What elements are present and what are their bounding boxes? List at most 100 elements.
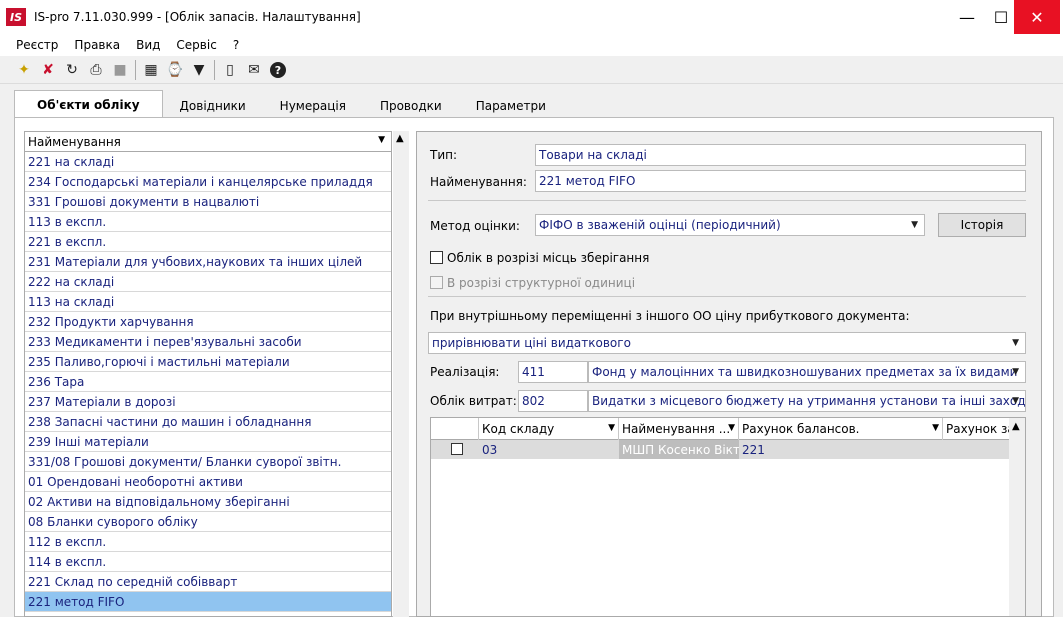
tab-postings[interactable]: Проводки bbox=[363, 94, 459, 118]
grid-header-name[interactable]: Найменування ... ▼ bbox=[619, 418, 739, 440]
list-item[interactable]: 221 на складі bbox=[25, 152, 391, 172]
refresh-icon[interactable]: ↻ bbox=[60, 59, 84, 81]
chevron-down-icon[interactable]: ▼ bbox=[608, 423, 615, 433]
method-select-value: ФІФО в зваженій оцінці (періодичний) bbox=[539, 218, 781, 232]
list-item[interactable]: 222 на складі bbox=[25, 272, 391, 292]
type-field[interactable]: Товари на складі bbox=[535, 144, 1026, 166]
menu-service[interactable]: Сервіс bbox=[168, 38, 224, 52]
list-item[interactable]: 221 в експл. bbox=[25, 232, 391, 252]
realization-code-field[interactable]: 411 bbox=[518, 361, 588, 383]
transfer-select[interactable]: прирівнювати ціні видаткового ▼ bbox=[428, 332, 1026, 354]
list-item[interactable]: 236 Тара bbox=[25, 372, 391, 392]
page-icon[interactable]: ▯ bbox=[218, 59, 242, 81]
storage-places-checkbox[interactable] bbox=[430, 251, 443, 264]
list-item[interactable]: 238 Запасні частини до машин і обладнанн… bbox=[25, 412, 391, 432]
grid-header: Код складу ▼ Найменування ... ▼ Рахунок … bbox=[431, 418, 1011, 440]
stop-icon[interactable]: ■ bbox=[108, 59, 132, 81]
print-icon[interactable]: ⎙ bbox=[84, 59, 108, 81]
scroll-up-icon[interactable]: ▲ bbox=[1012, 421, 1020, 432]
list-item[interactable]: 01 Орендовані необоротні активи bbox=[25, 472, 391, 492]
filter-icon[interactable]: ▼ bbox=[187, 59, 211, 81]
chevron-down-icon: ▼ bbox=[911, 220, 918, 230]
chevron-down-icon: ▼ bbox=[1012, 396, 1019, 406]
list-item[interactable]: 02 Активи на відповідальному зберіганні bbox=[25, 492, 391, 512]
list-header-name[interactable]: Найменування ▼ bbox=[25, 132, 391, 152]
structural-unit-checkbox[interactable] bbox=[430, 276, 443, 289]
chevron-down-icon: ▼ bbox=[1012, 338, 1019, 348]
history-icon[interactable]: ⌚ bbox=[163, 59, 187, 81]
title-bar: IS IS-pro 7.11.030.999 - [Облік запасів.… bbox=[0, 0, 1063, 34]
chevron-down-icon[interactable]: ▼ bbox=[728, 423, 735, 433]
maximize-button[interactable]: ☐ bbox=[984, 0, 1018, 34]
expense-code-field[interactable]: 802 bbox=[518, 390, 588, 412]
row-code: 03 bbox=[482, 442, 498, 457]
transfer-select-value: прирівнювати ціні видаткового bbox=[432, 336, 631, 350]
list-item[interactable]: 237 Матеріали в дорозі bbox=[25, 392, 391, 412]
list-item[interactable]: 234 Господарські матеріали і канцелярськ… bbox=[25, 172, 391, 192]
history-button[interactable]: Історія bbox=[938, 213, 1026, 237]
list-item[interactable]: 331/08 Грошові документи/ Бланки суворої… bbox=[25, 452, 391, 472]
menu-edit[interactable]: Правка bbox=[66, 38, 128, 52]
menu-registry[interactable]: Реєстр bbox=[8, 38, 66, 52]
mail-icon[interactable]: ✉ bbox=[242, 59, 266, 81]
grid-header-account-label: Рахунок балансов. bbox=[742, 422, 860, 436]
list-item[interactable]: 08 Бланки суворого обліку bbox=[25, 512, 391, 532]
list-item[interactable]: 221 Склад по середній собівварт bbox=[25, 572, 391, 592]
list-item[interactable]: 114 в експл. bbox=[25, 552, 391, 572]
expense-name-value: Видатки з місцевого бюджету на утримання… bbox=[592, 394, 1026, 408]
help-icon[interactable]: ? bbox=[270, 62, 286, 78]
warehouse-grid: Код складу ▼ Найменування ... ▼ Рахунок … bbox=[430, 417, 1026, 617]
grid-header-account2-label: Рахунок за bbox=[946, 422, 1011, 436]
name-field[interactable]: 221 метод FIFO bbox=[535, 170, 1026, 192]
table-row[interactable]: 03 МШП Косенко Вікт... 221 bbox=[431, 440, 1009, 459]
new-doc-icon[interactable]: ✦ bbox=[12, 59, 36, 81]
menu-view[interactable]: Вид bbox=[128, 38, 168, 52]
menu-bar: Реєстр Правка Вид Сервіс ? bbox=[0, 34, 1063, 56]
list-item-selected[interactable]: 221 метод FIFO bbox=[25, 592, 391, 612]
minimize-button[interactable]: — bbox=[950, 0, 984, 34]
close-button[interactable]: ✕ bbox=[1014, 0, 1060, 34]
grid-header-name-label: Найменування ... bbox=[622, 422, 731, 436]
separator bbox=[428, 200, 1026, 201]
table-icon[interactable]: ▦ bbox=[139, 59, 163, 81]
method-select[interactable]: ФІФО в зваженій оцінці (періодичний) ▼ bbox=[535, 214, 925, 236]
menu-help[interactable]: ? bbox=[225, 38, 247, 52]
row-checkbox[interactable] bbox=[451, 443, 463, 455]
list-item[interactable]: 233 Медикаменти і перев'язувальні засоби bbox=[25, 332, 391, 352]
list-item[interactable]: 232 Продукти харчування bbox=[25, 312, 391, 332]
list-item[interactable]: 331 Грошові документи в нацвалюті bbox=[25, 192, 391, 212]
list-item[interactable]: 113 на складі bbox=[25, 292, 391, 312]
tab-numbering[interactable]: Нумерація bbox=[263, 94, 363, 118]
grid-header-account[interactable]: Рахунок балансов. ▼ bbox=[739, 418, 943, 440]
storage-places-label: Облік в розрізі місць зберігання bbox=[447, 251, 650, 265]
chevron-down-icon[interactable]: ▼ bbox=[932, 423, 939, 433]
grid-scrollbar[interactable]: ▲ bbox=[1009, 418, 1025, 616]
tab-accounting-objects[interactable]: Об'єкти обліку bbox=[14, 90, 163, 118]
list-item[interactable]: 239 Інші матеріали bbox=[25, 432, 391, 452]
tab-parameters[interactable]: Параметри bbox=[459, 94, 563, 118]
row-account: 221 bbox=[742, 442, 765, 457]
list-item[interactable]: 112 в експл. bbox=[25, 532, 391, 552]
toolbar: ✦ ✘ ↻ ⎙ ■ ▦ ⌚ ▼ ▯ ✉ ? bbox=[0, 57, 1063, 84]
expense-name-select[interactable]: Видатки з місцевого бюджету на утримання… bbox=[588, 390, 1026, 412]
delete-doc-icon[interactable]: ✘ bbox=[36, 59, 60, 81]
grid-header-account2[interactable]: Рахунок за bbox=[943, 418, 1011, 440]
type-label: Тип: bbox=[430, 148, 458, 162]
name-label: Найменування: bbox=[430, 175, 527, 189]
realization-name-select[interactable]: Фонд у малоцінних та швидкозношуваних пр… bbox=[588, 361, 1026, 383]
sort-dropdown-icon[interactable]: ▼ bbox=[378, 135, 385, 145]
chevron-down-icon: ▼ bbox=[1012, 367, 1019, 377]
list-item[interactable]: 113 в експл. bbox=[25, 212, 391, 232]
separator bbox=[428, 296, 1026, 297]
realization-label: Реалізація: bbox=[430, 365, 500, 379]
tab-directories[interactable]: Довідники bbox=[163, 94, 263, 118]
list-header-label: Найменування bbox=[28, 134, 121, 149]
scroll-up-icon[interactable]: ▲ bbox=[396, 133, 404, 144]
grid-header-code-label: Код складу bbox=[482, 422, 555, 436]
list-scrollbar[interactable]: ▲ bbox=[393, 131, 409, 617]
row-account2 bbox=[943, 440, 1009, 459]
grid-header-code[interactable]: Код складу ▼ bbox=[479, 418, 619, 440]
expense-label: Облік витрат: bbox=[430, 394, 517, 408]
list-item[interactable]: 235 Паливо,горючі і мастильні матеріали bbox=[25, 352, 391, 372]
list-item[interactable]: 231 Матеріали для учбових,наукових та ін… bbox=[25, 252, 391, 272]
